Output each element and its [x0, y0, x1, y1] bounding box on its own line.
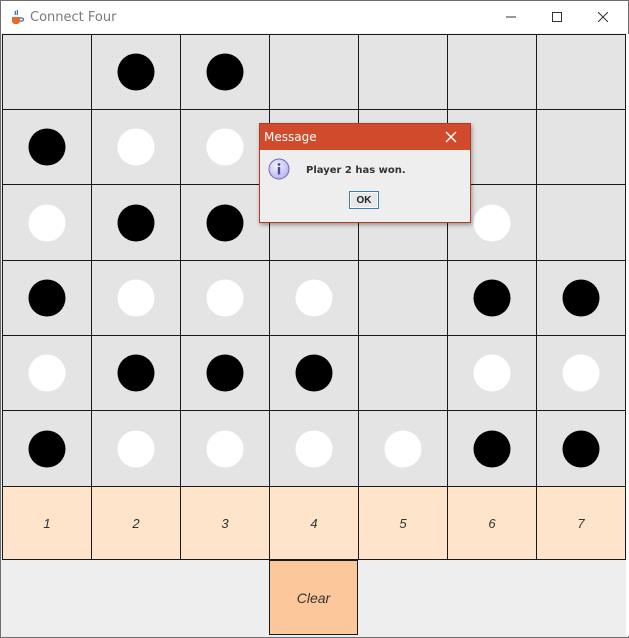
black-disc — [117, 204, 155, 241]
board-cell — [447, 335, 537, 411]
control-panel: Clear — [2, 560, 625, 637]
clear-button[interactable]: Clear — [269, 560, 358, 635]
board-cell — [447, 34, 537, 110]
black-disc — [117, 53, 155, 91]
close-button[interactable] — [580, 1, 626, 33]
board-cell — [447, 260, 537, 336]
board-cell — [91, 260, 181, 336]
board-cell — [358, 260, 448, 336]
black-disc — [473, 279, 511, 317]
minimize-button[interactable] — [488, 1, 534, 33]
maximize-icon — [552, 12, 562, 22]
board-cell — [180, 335, 270, 411]
title-bar: Connect Four — [1, 1, 628, 33]
black-disc — [206, 354, 244, 392]
white-disc — [295, 279, 333, 317]
column-button-4[interactable]: 4 — [269, 486, 359, 560]
info-icon — [268, 158, 290, 180]
column-button-2[interactable]: 2 — [91, 486, 181, 560]
white-disc — [206, 279, 244, 317]
minimize-icon — [506, 16, 516, 18]
board-cell — [358, 34, 448, 110]
java-cup-icon — [9, 9, 25, 25]
board-cell — [180, 184, 270, 261]
white-disc — [206, 430, 244, 467]
board-cell — [180, 109, 270, 185]
board-cell — [358, 335, 448, 411]
board-cell — [269, 260, 359, 336]
board-cell — [447, 410, 537, 487]
white-disc — [295, 430, 333, 467]
board-cell — [180, 410, 270, 487]
dialog-close-icon[interactable] — [444, 130, 458, 144]
black-disc — [117, 354, 155, 392]
app-window: Connect Four 1234567 Clear Message Playe… — [0, 0, 629, 638]
black-disc — [206, 53, 244, 91]
column-button-3[interactable]: 3 — [180, 486, 270, 560]
column-button-1[interactable]: 1 — [2, 486, 92, 560]
black-disc — [562, 430, 600, 467]
board-cell — [91, 109, 181, 185]
board-cell — [2, 410, 92, 487]
white-disc — [473, 354, 511, 392]
board-cell — [536, 260, 626, 336]
board-cell — [91, 335, 181, 411]
black-disc — [473, 430, 511, 467]
game-board: 1234567 — [2, 34, 626, 561]
white-disc — [28, 354, 66, 392]
board-cell — [180, 260, 270, 336]
board-cell — [536, 335, 626, 411]
white-disc — [28, 204, 66, 241]
board-cell — [536, 34, 626, 110]
column-button-6[interactable]: 6 — [447, 486, 537, 560]
message-dialog: Message Player 2 has won. OK — [259, 123, 471, 223]
white-disc — [117, 128, 155, 166]
white-disc — [117, 279, 155, 317]
black-disc — [28, 128, 66, 166]
board-cell — [358, 410, 448, 487]
black-disc — [206, 204, 244, 241]
board-cell — [91, 410, 181, 487]
white-disc — [117, 430, 155, 467]
black-disc — [28, 430, 66, 467]
white-disc — [384, 430, 422, 467]
board-cell — [2, 34, 92, 110]
black-disc — [562, 279, 600, 317]
board-cell — [2, 109, 92, 185]
board-cell — [269, 34, 359, 110]
board-cell — [91, 184, 181, 261]
dialog-message: Player 2 has won. — [306, 165, 406, 176]
white-disc — [562, 354, 600, 392]
board-cell — [2, 335, 92, 411]
black-disc — [28, 279, 66, 317]
board-cell — [269, 410, 359, 487]
board-cell — [536, 109, 626, 185]
ok-button[interactable]: OK — [349, 191, 379, 209]
dialog-title-bar: Message — [260, 124, 470, 150]
column-button-5[interactable]: 5 — [358, 486, 448, 560]
board-cell — [269, 335, 359, 411]
board-cell — [180, 34, 270, 110]
close-icon — [598, 12, 608, 22]
board-cell — [91, 34, 181, 110]
black-disc — [295, 354, 333, 392]
window-title: Connect Four — [30, 10, 117, 25]
white-disc — [206, 128, 244, 166]
white-disc — [473, 204, 511, 241]
board-cell — [2, 260, 92, 336]
column-button-7[interactable]: 7 — [536, 486, 626, 560]
board-cell — [2, 184, 92, 261]
dialog-title: Message — [264, 130, 317, 144]
board-cell — [536, 184, 626, 261]
maximize-button[interactable] — [534, 1, 580, 33]
board-cell — [536, 410, 626, 487]
